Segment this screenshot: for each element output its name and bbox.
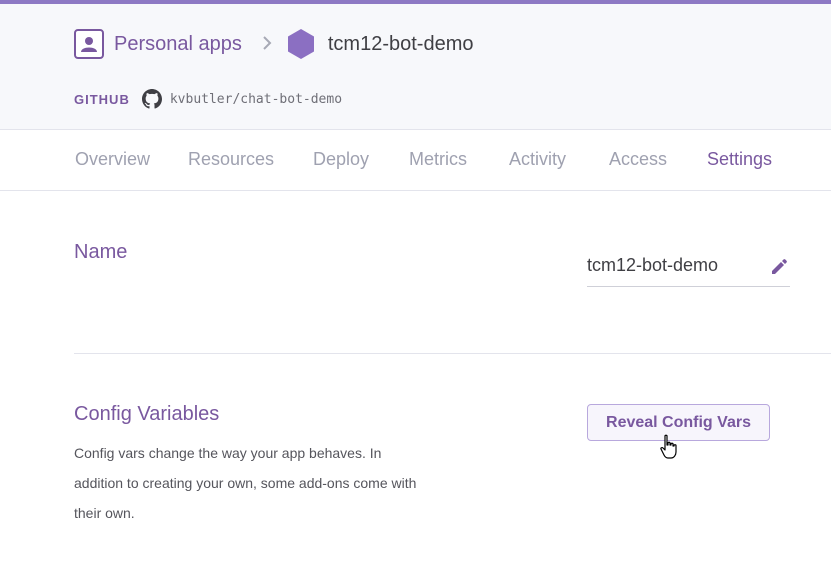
hand-pointer-cursor-icon	[660, 434, 677, 459]
config-vars-title: Config Variables	[74, 403, 220, 425]
app-name: tcm12-bot-demo	[327, 32, 474, 55]
tab-activity[interactable]: Activity	[509, 149, 566, 170]
tab-resources[interactable]: Resources	[188, 149, 274, 170]
app-header: Personal apps tcm12-bot-demo GITHUB kvbu…	[0, 4, 831, 130]
hexagon-icon	[287, 29, 314, 59]
github-repo-link[interactable]: kvbutler/chat-bot-demo	[170, 92, 342, 107]
tab-settings[interactable]: Settings	[707, 149, 772, 170]
breadcrumb: Personal apps tcm12-bot-demo	[74, 29, 474, 59]
pencil-icon[interactable]	[768, 256, 790, 278]
tab-access[interactable]: Access	[609, 149, 667, 170]
app-nav-tabs: Overview Resources Deploy Metrics Activi…	[0, 131, 831, 191]
github-label: GITHUB	[74, 91, 130, 107]
person-icon[interactable]	[74, 29, 104, 59]
chevron-right-icon	[262, 34, 272, 55]
github-connection: GITHUB kvbutler/chat-bot-demo	[74, 89, 342, 109]
app-name-field[interactable]: tcm12-bot-demo	[587, 246, 790, 287]
app-name-value: tcm12-bot-demo	[587, 255, 719, 275]
tab-deploy[interactable]: Deploy	[313, 149, 369, 170]
github-icon	[141, 89, 162, 109]
tab-metrics[interactable]: Metrics	[409, 149, 467, 170]
config-vars-description: Config vars change the way your app beha…	[74, 445, 417, 521]
name-section-title: Name	[74, 241, 128, 263]
breadcrumb-personal-apps-link[interactable]: Personal apps	[114, 33, 242, 56]
tab-overview[interactable]: Overview	[75, 149, 150, 170]
section-divider	[74, 353, 831, 354]
